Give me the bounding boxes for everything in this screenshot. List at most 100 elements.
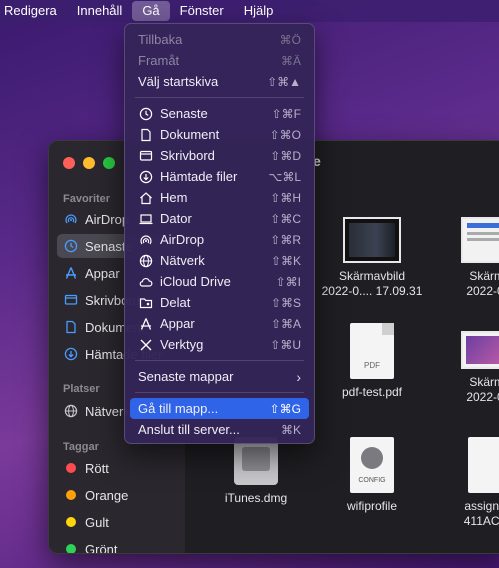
menu-ga[interactable]: Gå (132, 1, 170, 21)
shortcut-label: ⌘Ä (280, 53, 301, 68)
menu-bar: Redigera Innehåll Gå Fönster Hjälp (0, 0, 499, 22)
menu-redigera[interactable]: Redigera (0, 1, 67, 21)
sidebar-item-label: Appar (85, 265, 120, 281)
menu-hjalp[interactable]: Hjälp (234, 1, 284, 21)
menu-fonster[interactable]: Fönster (170, 1, 234, 21)
favorites-header: Favoriter (63, 193, 111, 205)
download-icon (138, 169, 154, 185)
menu-item-ga-till-mapp[interactable]: Gå till mapp... ⇧⌘G (130, 398, 309, 419)
file-item[interactable]: iTunes.dmg (201, 437, 311, 506)
menu-item-natverk[interactable]: Nätverk ⇧⌘K (130, 250, 309, 271)
file-name-line2: 2022-0... (466, 390, 499, 404)
document-icon (138, 127, 154, 143)
menu-item-senaste[interactable]: Senaste ⇧⌘F (130, 103, 309, 124)
menu-item-delat[interactable]: Delat ⇧⌘S (130, 292, 309, 313)
menu-item-dokument[interactable]: Dokument ⇧⌘O (130, 124, 309, 145)
shortcut-label: ⇧⌘K (270, 253, 301, 268)
file-item[interactable]: PDF pdf-test.pdf (317, 323, 427, 400)
shortcut-label: ⇧⌘H (270, 190, 301, 205)
close-button[interactable] (63, 157, 75, 169)
minimize-button[interactable] (83, 157, 95, 169)
menu-item-anslut-till-server[interactable]: Anslut till server... ⌘K (130, 419, 309, 440)
file-name: pdf-test.pdf (341, 385, 403, 399)
shared-folder-icon (138, 295, 154, 311)
shortcut-label: ⇧⌘D (270, 148, 301, 163)
disk-image-icon (234, 437, 278, 485)
file-name: Skärmavbild (338, 269, 406, 283)
clock-icon (138, 106, 154, 122)
file-name-line2: 2022-0.... 17.09.31 (321, 284, 423, 298)
file-item[interactable]: Skärma 2022-0... (435, 331, 499, 405)
menu-item-framat[interactable]: Framåt ⌘Ä (130, 50, 309, 71)
document-file-icon (468, 437, 499, 493)
tags-header: Taggar (63, 441, 99, 453)
shortcut-label: ⇧⌘U (270, 337, 301, 352)
clock-icon (63, 238, 79, 254)
sidebar-item-label: Rött (85, 460, 109, 476)
red-tag-icon (63, 460, 79, 476)
menu-innehall[interactable]: Innehåll (67, 1, 133, 21)
file-name: assignme (464, 499, 499, 513)
sidebar-tag-gult[interactable]: Gult (57, 510, 181, 534)
menu-item-tillbaka[interactable]: Tillbaka ⌘Ö (130, 29, 309, 50)
menu-separator (135, 360, 304, 361)
menu-item-valj-startskiva[interactable]: Välj startskiva ⇧⌘▲ (130, 71, 309, 92)
file-name: Skärma (469, 375, 499, 389)
file-name-line2: 2022-0... (466, 284, 499, 298)
shortcut-label: ⇧⌘I (275, 274, 301, 289)
computer-icon (138, 211, 154, 227)
window-controls (63, 157, 115, 169)
file-name-line2: 411AC9... (463, 514, 499, 528)
file-item[interactable]: assignme 411AC9... (435, 437, 499, 529)
sidebar-item-label: Grönt (85, 541, 118, 554)
menu-item-skrivbord[interactable]: Skrivbord ⇧⌘D (130, 145, 309, 166)
sidebar-tag-rott[interactable]: Rött (57, 456, 181, 480)
network-icon (138, 253, 154, 269)
menu-item-dator[interactable]: Dator ⇧⌘C (130, 208, 309, 229)
file-item[interactable]: Skärmavbild 2022-0.... 17.09.31 (317, 217, 427, 299)
shortcut-label: ⌥⌘L (268, 169, 301, 184)
shortcut-label: ⇧⌘R (270, 232, 301, 247)
menu-item-hem[interactable]: Hem ⇧⌘H (130, 187, 309, 208)
menu-item-verktyg[interactable]: Verktyg ⇧⌘U (130, 334, 309, 355)
go-menu: Tillbaka ⌘Ö Framåt ⌘Ä Välj startskiva ⇧⌘… (124, 23, 315, 444)
yellow-tag-icon (63, 514, 79, 530)
sidebar-tag-orange[interactable]: Orange (57, 483, 181, 507)
zoom-button[interactable] (103, 157, 115, 169)
file-item[interactable]: CONFIG wifiprofile (317, 437, 427, 514)
apps-icon (63, 265, 79, 281)
sidebar-tag-gront[interactable]: Grönt (57, 537, 181, 554)
shortcut-label: ⇧⌘F (271, 106, 301, 121)
screenshot-thumbnail (461, 331, 499, 369)
menu-item-airdrop[interactable]: AirDrop ⇧⌘R (130, 229, 309, 250)
tools-icon (138, 337, 154, 353)
sidebar-item-label: AirDrop (85, 211, 130, 227)
file-name: Skärma (469, 269, 499, 283)
sidebar-item-label: Gult (85, 514, 109, 530)
menu-separator (135, 392, 304, 393)
desktop-icon (138, 148, 154, 164)
desktop-icon (63, 292, 79, 308)
shortcut-label: ⇧⌘▲ (267, 74, 301, 89)
orange-tag-icon (63, 487, 79, 503)
shortcut-label: ⌘K (280, 422, 301, 437)
green-tag-icon (63, 541, 79, 553)
menu-item-appar[interactable]: Appar ⇧⌘A (130, 313, 309, 334)
apps-icon (138, 316, 154, 332)
screenshot-thumbnail (461, 217, 499, 263)
menu-separator (135, 97, 304, 98)
file-name: wifiprofile (346, 499, 397, 513)
shortcut-label: ⇧⌘S (270, 295, 301, 310)
airdrop-icon (138, 232, 154, 248)
home-icon (138, 190, 154, 206)
menu-item-senaste-mappar[interactable]: Senaste mappar › (130, 366, 309, 387)
menu-item-hamtade-filer[interactable]: Hämtade filer ⌥⌘L (130, 166, 309, 187)
config-file-icon: CONFIG (350, 437, 394, 493)
menu-item-icloud-drive[interactable]: iCloud Drive ⇧⌘I (130, 271, 309, 292)
file-name: iTunes.dmg (224, 491, 288, 505)
shortcut-label: ⇧⌘G (269, 401, 301, 416)
document-icon (63, 319, 79, 335)
shortcut-label: ⌘Ö (279, 32, 301, 47)
file-item[interactable]: Skärma 2022-0... (435, 217, 499, 299)
network-icon (63, 403, 79, 419)
